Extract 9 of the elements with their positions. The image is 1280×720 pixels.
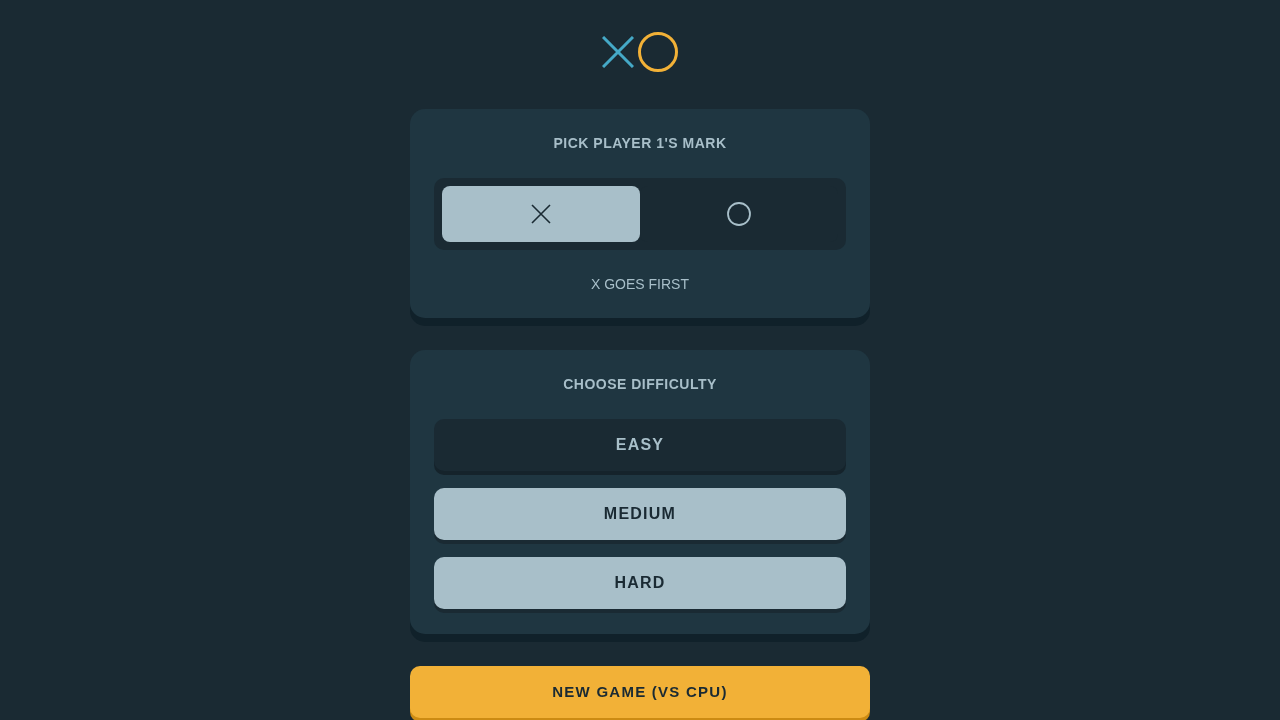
logo-x-icon: [602, 36, 634, 68]
new-game-button[interactable]: NEW GAME (VS CPU): [410, 666, 870, 718]
x-mark-option[interactable]: [442, 186, 640, 242]
difficulty-title: CHOOSE DIFFICULTY: [563, 375, 717, 394]
x-mark-icon: [531, 204, 551, 224]
logo-o-icon: [638, 32, 678, 72]
mark-picker-title: PICK PLAYER 1'S MARK: [553, 134, 727, 153]
first-turn-note: X GOES FIRST: [591, 275, 689, 294]
o-mark-icon: [727, 202, 751, 226]
